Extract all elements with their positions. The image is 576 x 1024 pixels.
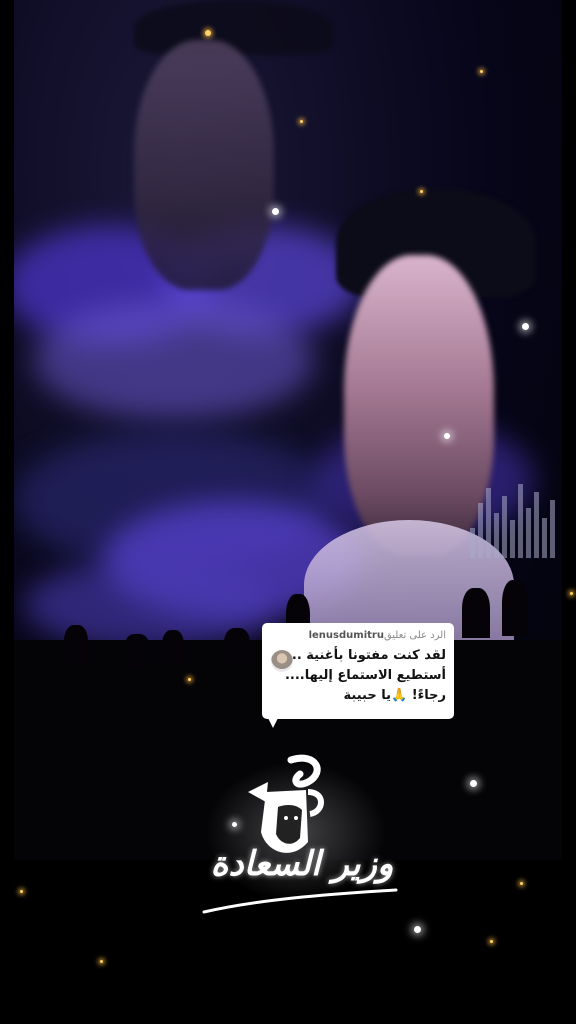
gold-spark: [520, 882, 523, 885]
star-sparkle: [414, 926, 421, 933]
gold-spark: [100, 960, 103, 963]
gold-spark: [205, 30, 211, 36]
video-background[interactable]: [14, 0, 562, 860]
watermark-logo: وزير السعادة: [196, 752, 406, 922]
gold-spark: [300, 120, 303, 123]
comment-text: لقد كنت مفتونا بأغنية ... أستطيع الاستما…: [270, 646, 446, 706]
comment-line: لقد كنت مفتونا بأغنية ...: [286, 648, 446, 663]
faded-face: [134, 40, 274, 290]
star-sparkle: [272, 208, 279, 215]
figure-silhouette: [162, 630, 184, 666]
star-sparkle: [444, 433, 450, 439]
logo-underline-icon: [202, 888, 398, 914]
video-frame: الرد على تعليق lenusdumitru لقد كنت مفتو…: [0, 0, 576, 1024]
gold-spark: [570, 592, 573, 595]
gold-spark: [420, 190, 423, 193]
hat-shadow: [134, 0, 334, 55]
gold-spark: [490, 940, 493, 943]
logo-text: وزير السعادة: [210, 844, 394, 884]
figure-silhouette: [124, 634, 150, 668]
figure-silhouette: [64, 625, 88, 665]
audio-waveform: [470, 478, 562, 558]
figure-silhouette: [224, 628, 250, 664]
avatar[interactable]: [271, 650, 293, 672]
figure-silhouette: [502, 580, 528, 636]
gold-spark: [188, 678, 191, 681]
star-sparkle: [470, 780, 477, 787]
reply-prefix: الرد على تعليق: [383, 630, 446, 641]
comment-line: رجاءً! 🙏يا حبيبة: [343, 688, 446, 703]
comment-line: أستطيع الاستماع إليها....: [284, 668, 446, 683]
star-sparkle: [522, 323, 529, 330]
figure-silhouette: [462, 588, 490, 638]
gold-spark: [480, 70, 483, 73]
cloud: [34, 300, 314, 420]
gold-spark: [20, 890, 23, 893]
comment-header: الرد على تعليق lenusdumitru: [270, 630, 446, 641]
comment-reply-sticker[interactable]: الرد على تعليق lenusdumitru لقد كنت مفتو…: [262, 623, 454, 728]
comment-username[interactable]: lenusdumitru: [309, 630, 384, 641]
